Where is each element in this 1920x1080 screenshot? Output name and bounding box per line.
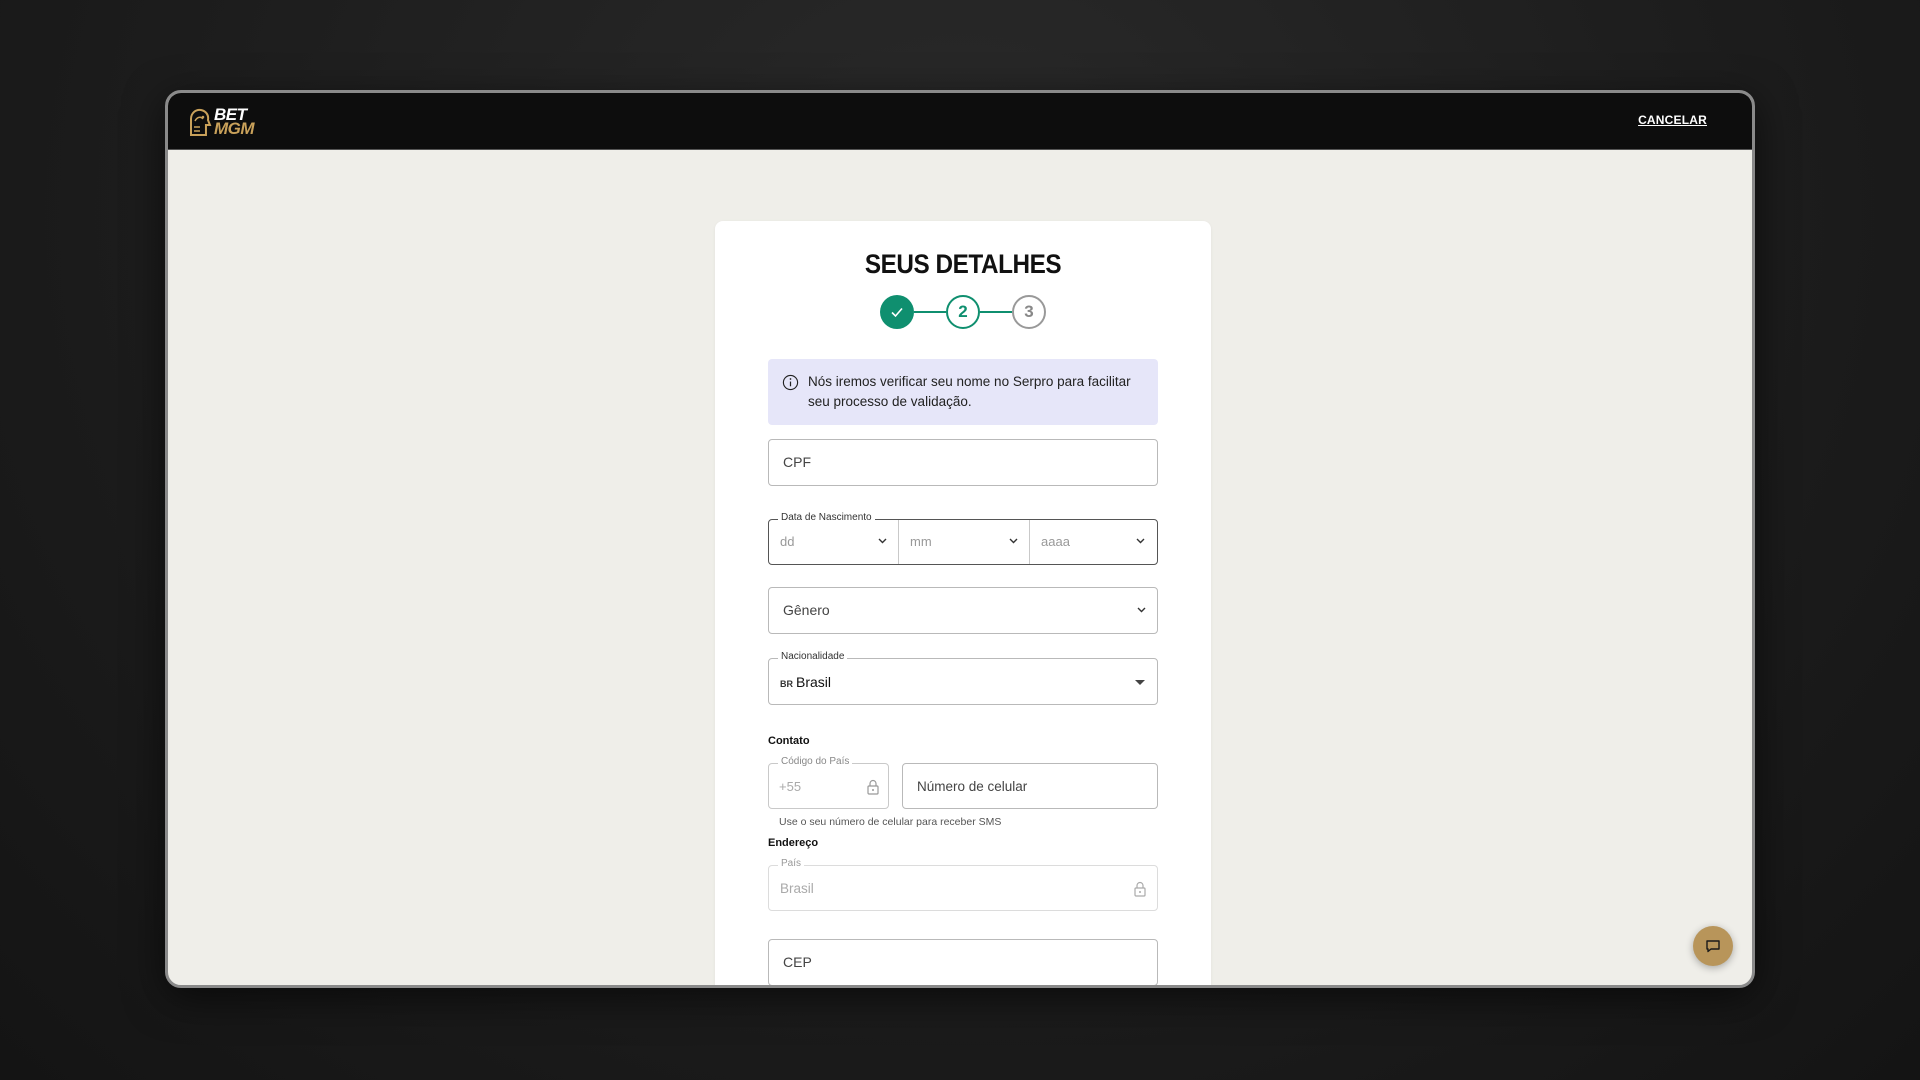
birth-day-select[interactable]: dd xyxy=(769,520,899,564)
contact-section-label: Contato xyxy=(768,735,810,747)
birth-month-placeholder: mm xyxy=(910,534,932,549)
lock-icon xyxy=(1134,881,1146,897)
gender-select[interactable]: Gênero xyxy=(768,587,1158,634)
chat-button[interactable] xyxy=(1693,926,1733,966)
nationality-value: Brasil xyxy=(796,674,832,690)
country-code-field: Código do País +55 xyxy=(768,756,889,809)
info-banner: Nós iremos verificar seu nome no Serpro … xyxy=(768,359,1158,425)
top-bar: BET MGM CANCELAR xyxy=(168,93,1752,150)
logo-text-mgm: MGM xyxy=(213,119,255,138)
betmgm-logo[interactable]: BET MGM xyxy=(188,105,255,139)
address-country-label: País xyxy=(778,858,805,870)
info-icon xyxy=(782,374,799,391)
chat-icon xyxy=(1706,940,1720,953)
info-text: Nós iremos verificar seu nome no Serpro … xyxy=(808,374,1131,409)
cpf-placeholder: CPF xyxy=(783,454,811,470)
address-country-value: Brasil xyxy=(780,881,814,896)
caret-down-icon xyxy=(1135,680,1145,685)
chevron-down-icon xyxy=(1009,538,1018,544)
cep-input[interactable]: CEP xyxy=(768,939,1158,985)
flag-icon: BR xyxy=(780,679,793,689)
nationality-label: Nacionalidade xyxy=(778,651,848,663)
cpf-input[interactable]: CPF xyxy=(768,439,1158,486)
progress-stepper: 2 3 xyxy=(880,294,1050,330)
chevron-down-icon xyxy=(1137,607,1146,613)
check-icon xyxy=(891,307,903,318)
cep-placeholder: CEP xyxy=(783,954,812,970)
birth-year-placeholder: aaaa xyxy=(1041,534,1070,549)
birth-year-select[interactable]: aaaa xyxy=(1030,520,1156,564)
step-connector xyxy=(980,311,1012,313)
nationality-select[interactable]: Nacionalidade BR Brasil xyxy=(768,651,1158,705)
step-2-active: 2 xyxy=(946,295,980,329)
lock-icon xyxy=(867,779,879,795)
birth-month-select[interactable]: mm xyxy=(899,520,1030,564)
address-section-label: Endereço xyxy=(768,837,819,849)
page-title: SEUS DETALHES xyxy=(864,249,1062,279)
step-3-pending: 3 xyxy=(1012,295,1046,329)
registration-card: SEUS DETALHES 2 3 Nós iremos verificar s… xyxy=(715,221,1211,985)
browser-window: BET MGM CANCELAR SEUS DETALHES 2 3 Nós i… xyxy=(165,90,1755,988)
chevron-down-icon xyxy=(1136,538,1145,544)
country-code-value: +55 xyxy=(779,779,802,794)
gender-placeholder: Gênero xyxy=(783,602,830,618)
phone-hint: Use o seu número de celular para receber… xyxy=(779,816,1002,828)
phone-number-input[interactable]: Número de celular xyxy=(902,763,1158,809)
birthdate-group: Data de Nascimento dd mm aaaa xyxy=(768,512,1158,565)
address-country-field: País Brasil xyxy=(768,858,1158,911)
phone-placeholder: Número de celular xyxy=(917,779,1028,794)
lion-icon xyxy=(189,108,212,136)
country-code-label: Código do País xyxy=(778,756,853,768)
birth-day-placeholder: dd xyxy=(780,534,795,549)
step-1-complete xyxy=(880,295,914,329)
cancel-link[interactable]: CANCELAR xyxy=(1638,113,1707,127)
step-connector xyxy=(914,311,946,313)
chevron-down-icon xyxy=(878,538,887,544)
